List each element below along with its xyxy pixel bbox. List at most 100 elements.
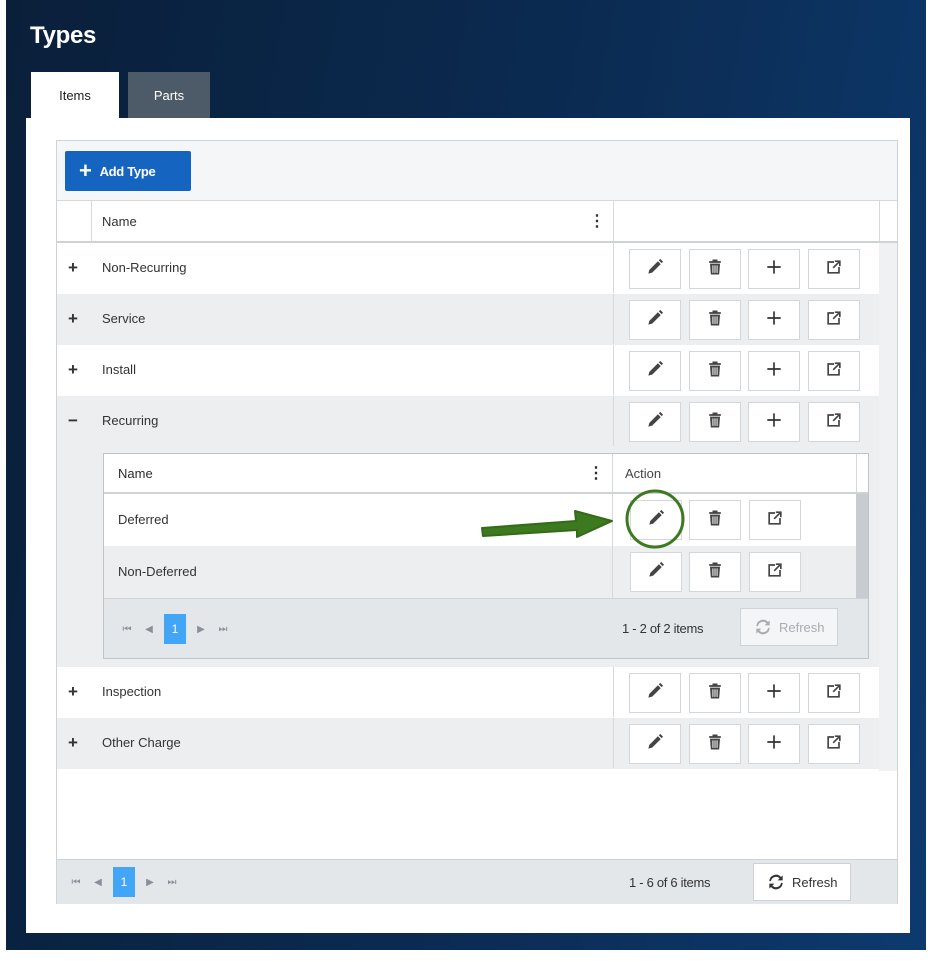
plus-icon (764, 732, 784, 757)
delete-button[interactable] (689, 500, 741, 540)
prev-page-icon[interactable]: ◀ (87, 867, 109, 897)
expand-column-header (57, 201, 92, 241)
trash-icon (705, 410, 725, 435)
edit-button[interactable] (629, 351, 681, 391)
last-page-icon[interactable]: ⏭ (212, 614, 234, 644)
grid-toolbar: + Add Type (57, 141, 897, 201)
edit-button[interactable] (629, 724, 681, 764)
add-child-button[interactable] (748, 673, 800, 713)
pencil-icon (645, 257, 665, 282)
column-header-name[interactable]: Name (118, 466, 153, 481)
subtype-row: Deferred (104, 494, 856, 546)
edit-button[interactable] (629, 673, 681, 713)
grid-scrollbar[interactable] (879, 243, 897, 771)
grid-body: + Non-Recurring + Service + Install − Recurring… (57, 243, 879, 769)
delete-button[interactable] (689, 724, 741, 764)
tab-panel: + Add Type Name ⋮ + Non-Recurring + Service… (26, 118, 910, 933)
page-number[interactable]: 1 (113, 867, 135, 897)
pencil-icon (645, 681, 665, 706)
tab-items[interactable]: Items (31, 72, 119, 118)
open-button[interactable] (749, 500, 801, 540)
open-button[interactable] (808, 724, 860, 764)
subtype-row: Non-Deferred (104, 546, 856, 598)
open-button[interactable] (749, 552, 801, 592)
tab-parts[interactable]: Parts (128, 72, 210, 118)
plus-icon: + (79, 158, 92, 183)
open-button[interactable] (808, 351, 860, 391)
table-row: + Install (57, 345, 879, 396)
open-button[interactable] (808, 300, 860, 340)
open-button[interactable] (808, 402, 860, 442)
external-link-icon (824, 308, 844, 333)
edit-button[interactable] (629, 249, 681, 289)
row-name: Inspection (102, 684, 162, 699)
delete-button[interactable] (689, 673, 741, 713)
table-row: + Inspection (57, 667, 879, 718)
expand-icon[interactable]: + (65, 733, 81, 753)
next-page-icon[interactable]: ▶ (190, 614, 212, 644)
types-grid: + Add Type Name ⋮ + Non-Recurring + Service… (56, 140, 898, 904)
delete-button[interactable] (689, 351, 741, 391)
external-link-icon (824, 410, 844, 435)
plus-icon (764, 308, 784, 333)
delete-button[interactable] (689, 402, 741, 442)
add-child-button[interactable] (748, 402, 800, 442)
collapse-icon[interactable]: − (65, 411, 81, 431)
row-name: Recurring (102, 413, 159, 428)
add-child-button[interactable] (748, 724, 800, 764)
trash-icon (705, 681, 725, 706)
row-name: Install (102, 362, 136, 377)
column-divider (613, 243, 614, 293)
grid-pager: ⏮ ◀ 1 ▶ ⏭ 1 - 6 of 6 items Refresh (57, 859, 897, 904)
expand-icon[interactable]: + (65, 258, 81, 278)
expand-icon[interactable]: + (65, 309, 81, 329)
external-link-icon (824, 681, 844, 706)
column-divider (612, 546, 613, 598)
subtypes-pager: ⏮ ◀ 1 ▶ ⏭ 1 - 2 of 2 items Refresh (104, 598, 868, 658)
trash-icon (705, 560, 725, 585)
first-page-icon[interactable]: ⏮ (65, 867, 87, 897)
edit-button[interactable] (630, 500, 682, 540)
column-divider (613, 294, 614, 344)
external-link-icon (765, 560, 785, 585)
pencil-icon (646, 560, 666, 585)
prev-page-icon[interactable]: ◀ (138, 614, 160, 644)
delete-button[interactable] (689, 300, 741, 340)
detail-row: Name ⋮ Action ⏮ ◀ 1 ▶ ⏭ 1 - 2 of 2 items… (57, 447, 879, 667)
open-button[interactable] (808, 249, 860, 289)
edit-button[interactable] (629, 402, 681, 442)
refresh-label: Refresh (792, 874, 838, 890)
pager-info: 1 - 6 of 6 items (629, 875, 711, 890)
first-page-icon[interactable]: ⏮ (116, 614, 138, 644)
delete-button[interactable] (689, 249, 741, 289)
last-page-icon[interactable]: ⏭ (161, 867, 183, 897)
row-name: Non-Recurring (102, 260, 187, 275)
column-menu-icon[interactable]: ⋮ (588, 463, 604, 483)
subtypes-scrollbar[interactable] (856, 494, 868, 598)
column-divider (613, 201, 614, 241)
pencil-icon (645, 359, 665, 384)
refresh-button[interactable]: Refresh (753, 863, 851, 901)
column-divider (612, 454, 613, 492)
pencil-icon (645, 308, 665, 333)
column-header-name[interactable]: Name (102, 214, 137, 229)
delete-button[interactable] (689, 552, 741, 592)
column-menu-icon[interactable]: ⋮ (589, 211, 605, 231)
add-child-button[interactable] (748, 249, 800, 289)
pencil-icon (646, 508, 666, 533)
edit-button[interactable] (630, 552, 682, 592)
external-link-icon (824, 257, 844, 282)
trash-icon (705, 308, 725, 333)
pager-controls: ⏮ ◀ 1 ▶ ⏭ (65, 867, 183, 897)
add-child-button[interactable] (748, 351, 800, 391)
trash-icon (705, 359, 725, 384)
next-page-icon[interactable]: ▶ (139, 867, 161, 897)
open-button[interactable] (808, 673, 860, 713)
refresh-button[interactable]: Refresh (740, 608, 838, 646)
add-type-button[interactable]: + Add Type (65, 151, 191, 191)
expand-icon[interactable]: + (65, 682, 81, 702)
expand-icon[interactable]: + (65, 360, 81, 380)
add-child-button[interactable] (748, 300, 800, 340)
page-number[interactable]: 1 (164, 614, 186, 644)
edit-button[interactable] (629, 300, 681, 340)
